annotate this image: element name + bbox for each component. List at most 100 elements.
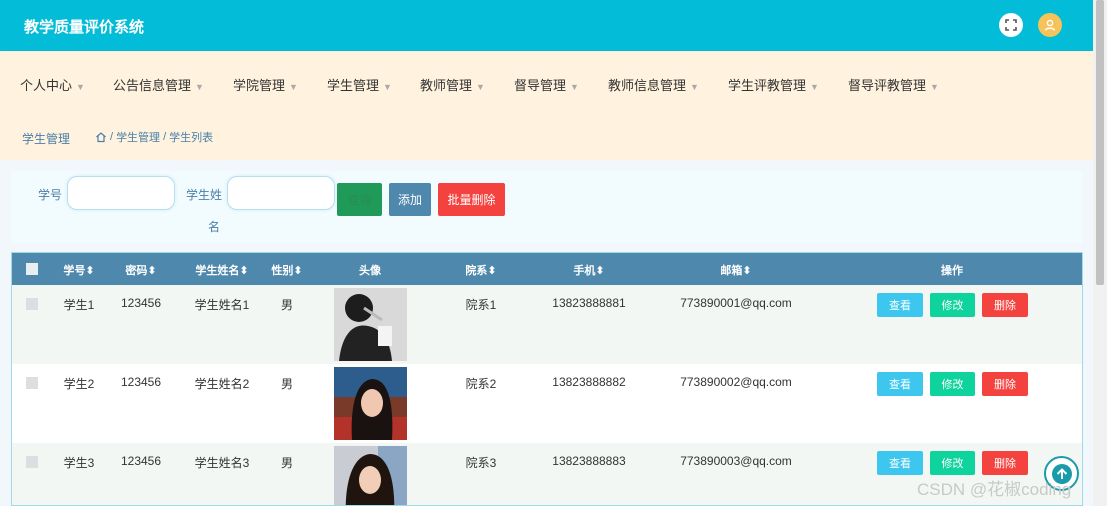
row-checkbox[interactable] <box>26 456 38 468</box>
sort-icon: ⬍ <box>85 265 95 277</box>
nav-label: 教师管理 <box>420 78 473 93</box>
fullscreen-icon <box>1005 19 1017 31</box>
nav-item-supervisor-eval[interactable]: 督导评教管理 ▼ <box>848 75 939 94</box>
sort-icon: ⬍ <box>147 265 157 277</box>
cell-student-no: 学生3 <box>63 456 95 470</box>
student-name-label: 学生姓 <box>186 188 223 202</box>
table-row: 学生2 123456 学生姓名2 男 院系2 13823888882 77389… <box>12 364 1082 443</box>
cell-name: 学生姓名3 <box>194 456 250 470</box>
user-avatar-icon <box>1044 19 1056 31</box>
col-gender[interactable]: 性别⬍ <box>271 262 302 278</box>
cell-password: 123456 <box>120 454 162 468</box>
home-icon[interactable] <box>95 131 107 143</box>
col-dept[interactable]: 院系⬍ <box>465 262 496 278</box>
nav-label: 学生管理 <box>327 78 380 93</box>
avatar <box>334 446 407 505</box>
avatar <box>334 288 407 361</box>
sort-icon: ⬍ <box>742 265 752 277</box>
sort-icon: ⬍ <box>487 265 497 277</box>
col-name[interactable]: 学生姓名⬍ <box>195 262 248 278</box>
col-actions: 操作 <box>941 265 963 277</box>
student-name-input[interactable] <box>227 176 335 210</box>
nav-label: 教师信息管理 <box>608 78 687 93</box>
col-phone[interactable]: 手机⬍ <box>573 262 604 278</box>
view-button[interactable]: 查看 <box>877 451 923 475</box>
col-label: 学号 <box>63 265 86 277</box>
delete-button[interactable]: 删除 <box>982 293 1028 317</box>
student-no-label: 学号 <box>38 188 63 202</box>
breadcrumb-current: 学生列表 <box>169 132 214 144</box>
cell-dept: 院系1 <box>465 298 497 312</box>
col-label: 院系 <box>465 265 488 277</box>
user-avatar-button[interactable] <box>1038 13 1062 37</box>
batch-delete-button[interactable]: 批量删除 <box>438 183 505 216</box>
cell-student-no: 学生2 <box>63 377 95 391</box>
col-label: 性别 <box>271 265 294 277</box>
nav-item-notice[interactable]: 公告信息管理 ▼ <box>113 75 204 94</box>
delete-button[interactable]: 删除 <box>982 451 1028 475</box>
add-button[interactable]: 添加 <box>389 183 431 216</box>
cell-phone: 13823888881 <box>552 296 626 310</box>
table-row: 学生1 123456 学生姓名1 男 院系1 13823888881 77389… <box>12 285 1082 364</box>
nav-item-teacher[interactable]: 教师管理 ▼ <box>420 75 485 94</box>
edit-button[interactable]: 修改 <box>930 293 975 317</box>
nav-label: 督导评教管理 <box>848 78 927 93</box>
sort-icon: ⬍ <box>595 265 605 277</box>
cell-name: 学生姓名1 <box>194 298 250 312</box>
row-checkbox[interactable] <box>26 377 38 389</box>
edit-button[interactable]: 修改 <box>930 372 975 396</box>
fullscreen-button[interactable] <box>999 13 1023 37</box>
view-button[interactable]: 查看 <box>877 293 923 317</box>
cell-email: 773890001@qq.com <box>680 296 792 310</box>
cell-dept: 院系3 <box>465 456 497 470</box>
table-header: 学号⬍ 密码⬍ 学生姓名⬍ 性别⬍ 头像 院系⬍ 手机⬍ 邮箱⬍ 操作 <box>12 253 1082 285</box>
search-button[interactable]: 查询 <box>337 183 382 216</box>
breadcrumb-item[interactable]: 学生管理 <box>116 129 160 145</box>
chevron-down-icon: ▼ <box>690 82 699 92</box>
delete-button[interactable]: 删除 <box>982 372 1028 396</box>
watermark: CSDN @花椒coding <box>917 480 1072 499</box>
sort-icon: ⬍ <box>239 265 249 277</box>
nav-label: 个人中心 <box>20 78 73 93</box>
cell-dept: 院系2 <box>465 377 497 391</box>
nav-item-teacher-info[interactable]: 教师信息管理 ▼ <box>608 75 699 94</box>
page-scrollbar[interactable] <box>1093 0 1107 506</box>
nav-item-supervisor[interactable]: 督导管理 ▼ <box>514 75 579 94</box>
cell-email: 773890002@qq.com <box>680 375 792 389</box>
nav-item-personal-center[interactable]: 个人中心 ▼ <box>20 75 85 94</box>
top-header-bar: 教学质量评价系统 <box>0 0 1093 51</box>
cell-password: 123456 <box>120 296 162 310</box>
nav-label: 学生评教管理 <box>728 78 807 93</box>
cell-password: 123456 <box>120 375 162 389</box>
scrollbar-thumb[interactable] <box>1096 0 1104 285</box>
col-email[interactable]: 邮箱⬍ <box>720 262 751 278</box>
col-label: 邮箱 <box>720 265 743 277</box>
cell-gender: 男 <box>280 298 294 312</box>
col-label: 学生姓名 <box>195 265 240 277</box>
cell-gender: 男 <box>280 456 294 470</box>
select-all-checkbox[interactable] <box>26 263 38 275</box>
nav-label: 督导管理 <box>514 78 567 93</box>
col-student-no[interactable]: 学号⬍ <box>63 262 94 278</box>
student-name-label-wrap: 名 <box>208 220 221 234</box>
nav-label: 公告信息管理 <box>113 78 192 93</box>
cell-gender: 男 <box>280 377 294 391</box>
nav-item-student[interactable]: 学生管理 ▼ <box>327 75 392 94</box>
main-nav: 个人中心 ▼ 公告信息管理 ▼ 学院管理 ▼ 学生管理 ▼ 教师管理 ▼ 督导管理 ▼ 教师… <box>0 51 1093 113</box>
cell-phone: 13823888882 <box>552 375 626 389</box>
col-password[interactable]: 密码⬍ <box>125 262 156 278</box>
sort-icon: ⬍ <box>293 265 303 277</box>
col-avatar: 头像 <box>359 265 381 277</box>
nav-item-student-eval[interactable]: 学生评教管理 ▼ <box>728 75 819 94</box>
page-title: 学生管理 <box>22 132 71 146</box>
student-table: 学号⬍ 密码⬍ 学生姓名⬍ 性别⬍ 头像 院系⬍ 手机⬍ 邮箱⬍ 操作 学生1 … <box>11 252 1083 506</box>
nav-label: 学院管理 <box>233 78 286 93</box>
nav-item-college[interactable]: 学院管理 ▼ <box>233 75 298 94</box>
breadcrumb: / 学生管理 / 学生列表 <box>95 129 213 145</box>
row-checkbox[interactable] <box>26 298 38 310</box>
view-button[interactable]: 查看 <box>877 372 923 396</box>
edit-button[interactable]: 修改 <box>930 451 975 475</box>
student-no-input[interactable] <box>67 176 175 210</box>
chevron-down-icon: ▼ <box>930 82 939 92</box>
cell-student-no: 学生1 <box>63 298 95 312</box>
